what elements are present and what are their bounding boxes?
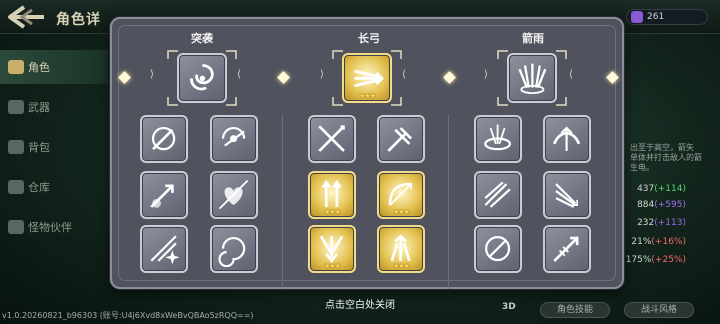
arrow-circle-icon[interactable] xyxy=(474,115,522,163)
sidebar-item-label: 背包 xyxy=(28,141,50,154)
twin-arrow-icon[interactable]: ★★★ xyxy=(308,171,356,219)
arrow-rain-down-icon[interactable]: ★★★ xyxy=(308,225,356,273)
arrow-storm-icon[interactable] xyxy=(507,53,557,103)
stat-value: 175% xyxy=(625,255,652,265)
sidebar-item-monster-partner[interactable]: 怪物伙伴 xyxy=(0,210,108,244)
burst-arrow-icon[interactable] xyxy=(140,171,188,219)
column-divider xyxy=(448,114,449,289)
stat-row: 884(+595) xyxy=(637,200,686,210)
sidebar-item-warehouse[interactable]: 仓库 xyxy=(0,170,108,204)
warehouse-icon xyxy=(8,180,24,194)
skill-description: 生电。 xyxy=(630,163,654,172)
stat-bonus: (+16%) xyxy=(651,237,686,247)
sidebar-item-character[interactable]: 角色 xyxy=(0,50,108,84)
chevron-left-icon: ⟨ xyxy=(569,69,573,80)
sparkle-slash-icon[interactable] xyxy=(140,225,188,273)
stat-row: 232(+113) xyxy=(637,218,686,228)
backpack-icon xyxy=(8,140,24,154)
column-title: 长弓 xyxy=(358,32,380,45)
spin-slash-icon[interactable] xyxy=(210,115,258,163)
chevron-right-icon: ⟩ xyxy=(484,69,488,80)
sidebar: 角色 武器 背包 仓库 怪物伙伴 xyxy=(0,40,110,290)
star-rating: ★★★ xyxy=(324,208,341,216)
stat-bonus: (+114) xyxy=(654,184,686,194)
page-title: 角色详 xyxy=(56,12,101,28)
sidebar-item-label: 角色 xyxy=(28,61,50,74)
stat-value: 884 xyxy=(637,200,655,210)
version-text: v1.0.20260821_b96303 (账号:U4j6Xvd8xWeBvQB… xyxy=(2,311,254,320)
stat-bonus: (+25%) xyxy=(651,255,686,265)
stat-row: 437(+114) xyxy=(637,184,686,194)
stat-row: 21%(+16%) xyxy=(631,237,686,247)
stat-bonus: (+113) xyxy=(654,218,686,228)
long-arrow-icon[interactable] xyxy=(543,225,591,273)
sidebar-item-label: 怪物伙伴 xyxy=(28,221,72,234)
fan-arrows-icon[interactable] xyxy=(543,171,591,219)
chevron-right-icon: ⟩ xyxy=(320,69,324,80)
target-arrow-icon[interactable] xyxy=(474,225,522,273)
currency-value: 261 xyxy=(647,12,665,22)
stat-bonus: (+595) xyxy=(654,200,686,210)
weapon-icon xyxy=(8,100,24,114)
chevron-right-icon: ⟩ xyxy=(150,69,154,80)
stat-value: 437 xyxy=(637,184,655,194)
whirlwind-icon[interactable] xyxy=(177,53,227,103)
star-rating: ★★★ xyxy=(393,208,410,216)
stat-value: 232 xyxy=(637,218,655,228)
character-icon xyxy=(8,60,24,74)
circle-strike-icon[interactable] xyxy=(140,115,188,163)
spread-arrows-icon[interactable] xyxy=(474,171,522,219)
stat-row: 175%(+25%) xyxy=(626,255,686,265)
skill-tree-modal: 突袭 长弓 箭雨 ⟩ ⟨ ⟩ ⟨ ⟩ ⟨ ★★★ ★★★ ★★★ ★★★ ★★★ xyxy=(110,17,624,289)
bow-up-icon[interactable] xyxy=(543,115,591,163)
currency-display: 261 xyxy=(626,9,708,25)
vortex-icon[interactable] xyxy=(210,225,258,273)
star-rating: ★★★ xyxy=(324,262,341,270)
star-rating: ★★★ xyxy=(359,92,376,100)
sidebar-item-weapon[interactable]: 武器 xyxy=(0,90,108,124)
impact-icon[interactable] xyxy=(377,115,425,163)
sidebar-item-label: 仓库 xyxy=(28,181,50,194)
monster-icon xyxy=(8,220,24,234)
cross-slash-icon[interactable] xyxy=(308,115,356,163)
bow-icon[interactable]: ★★★ xyxy=(377,171,425,219)
column-title: 箭雨 xyxy=(522,32,544,45)
stat-value: 21% xyxy=(631,237,652,247)
sidebar-item-label: 武器 xyxy=(28,101,50,114)
heart-arrow-icon[interactable] xyxy=(210,171,258,219)
arrow-burst-up-icon[interactable]: ★★★ xyxy=(377,225,425,273)
column-divider xyxy=(282,114,283,289)
close-hint-text[interactable]: 点击空白处关闭 xyxy=(0,296,720,311)
multi-arrow-icon[interactable]: ★★★ xyxy=(342,53,392,103)
star-rating: ★★★ xyxy=(393,262,410,270)
column-title: 突袭 xyxy=(191,32,213,45)
back-arrow-icon[interactable] xyxy=(4,4,48,30)
gem-icon xyxy=(631,11,643,23)
sidebar-item-backpack[interactable]: 背包 xyxy=(0,130,108,164)
